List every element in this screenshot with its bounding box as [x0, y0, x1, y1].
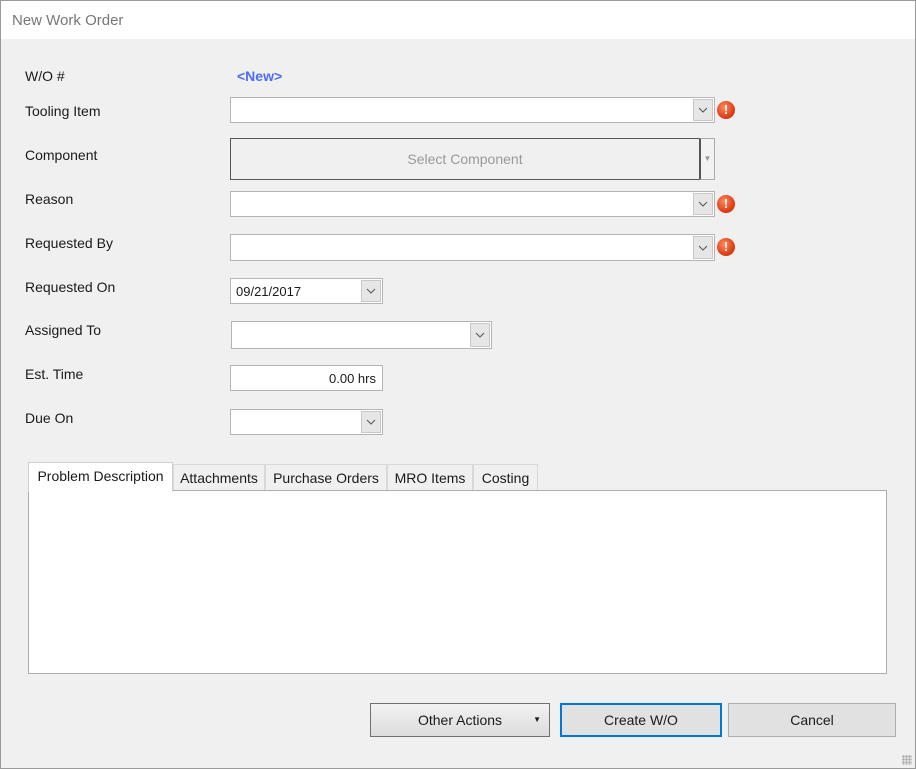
cancel-button[interactable]: Cancel	[728, 703, 896, 737]
window-title: New Work Order	[12, 12, 124, 29]
other-actions-button[interactable]: Other Actions ▼	[370, 703, 550, 737]
due-on-label: Due On	[25, 410, 74, 426]
new-work-order-window: New Work Order W/O # <New> Tooling Item …	[0, 0, 916, 769]
due-on-datepicker[interactable]	[230, 409, 383, 435]
assigned-to-combobox[interactable]	[231, 321, 492, 349]
component-dropdown-arrow-icon[interactable]: ▼	[699, 138, 715, 180]
resize-grip-icon[interactable]	[902, 755, 912, 765]
est-time-label: Est. Time	[25, 366, 84, 382]
exclamation-circle-icon: !	[717, 195, 735, 213]
tab-mro-items[interactable]: MRO Items	[387, 464, 473, 491]
exclamation-circle-icon: !	[717, 101, 735, 119]
tab-costing[interactable]: Costing	[473, 464, 538, 491]
reason-label: Reason	[25, 191, 74, 207]
chevron-down-icon[interactable]	[470, 323, 490, 347]
select-component-button[interactable]: Select Component	[230, 138, 700, 180]
est-time-input[interactable]: 0.00 hrs	[230, 365, 383, 391]
reason-combobox[interactable]	[230, 191, 715, 217]
assigned-to-label: Assigned To	[25, 322, 102, 338]
exclamation-circle-icon: !	[717, 238, 735, 256]
chevron-down-icon[interactable]	[361, 280, 381, 302]
requested-on-datepicker[interactable]: 09/21/2017	[230, 278, 383, 304]
requested-by-label: Requested By	[25, 235, 113, 251]
requested-on-label: Requested On	[25, 279, 116, 295]
chevron-down-icon[interactable]	[693, 236, 713, 259]
chevron-down-icon[interactable]	[361, 411, 381, 433]
create-wo-button[interactable]: Create W/O	[560, 703, 722, 737]
tab-purchase-orders[interactable]: Purchase Orders	[265, 464, 387, 491]
component-label: Component	[25, 147, 98, 163]
problem-description-textarea[interactable]	[28, 490, 887, 674]
tab-attachments[interactable]: Attachments	[173, 464, 265, 491]
dropdown-arrow-icon: ▼	[533, 715, 541, 724]
tooling-item-combobox[interactable]	[230, 97, 715, 123]
chevron-down-icon[interactable]	[693, 193, 713, 215]
requested-by-combobox[interactable]	[230, 234, 715, 261]
tooling-item-label: Tooling Item	[25, 103, 101, 119]
chevron-down-icon[interactable]	[693, 99, 713, 121]
wo-label: W/O #	[25, 68, 65, 84]
tab-problem-description[interactable]: Problem Description	[28, 462, 173, 492]
wo-number: <New>	[237, 68, 283, 84]
requested-on-value: 09/21/2017	[236, 284, 302, 299]
title-bar: New Work Order	[1, 1, 915, 39]
